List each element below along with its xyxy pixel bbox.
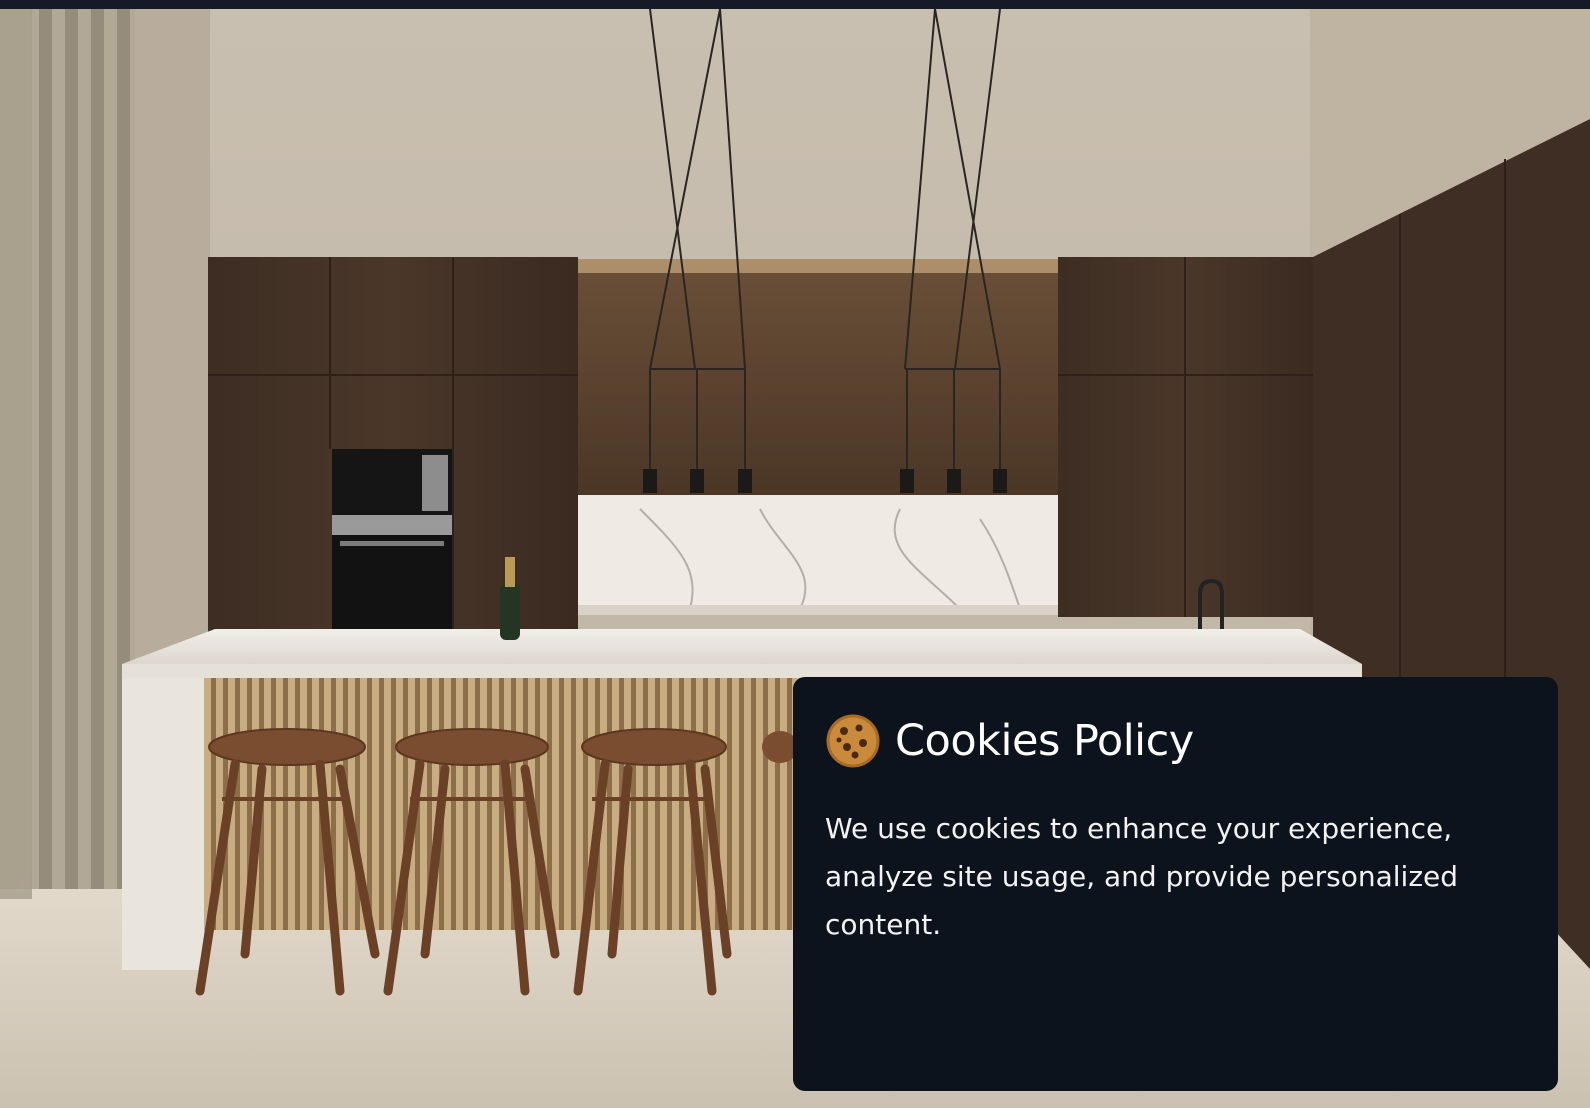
cookie-icon: [826, 714, 880, 768]
cookie-message: We use cookies to enhance your experienc…: [825, 812, 1459, 941]
top-bar: [0, 0, 1590, 9]
cookie-consent-panel: Cookies Policy We use cookies to enhance…: [793, 677, 1558, 1091]
cookie-title: Cookies Policy: [895, 716, 1194, 766]
cookie-header: Cookies Policy: [825, 713, 1526, 769]
page: Cookies Policy We use cookies to enhance…: [0, 0, 1590, 1108]
